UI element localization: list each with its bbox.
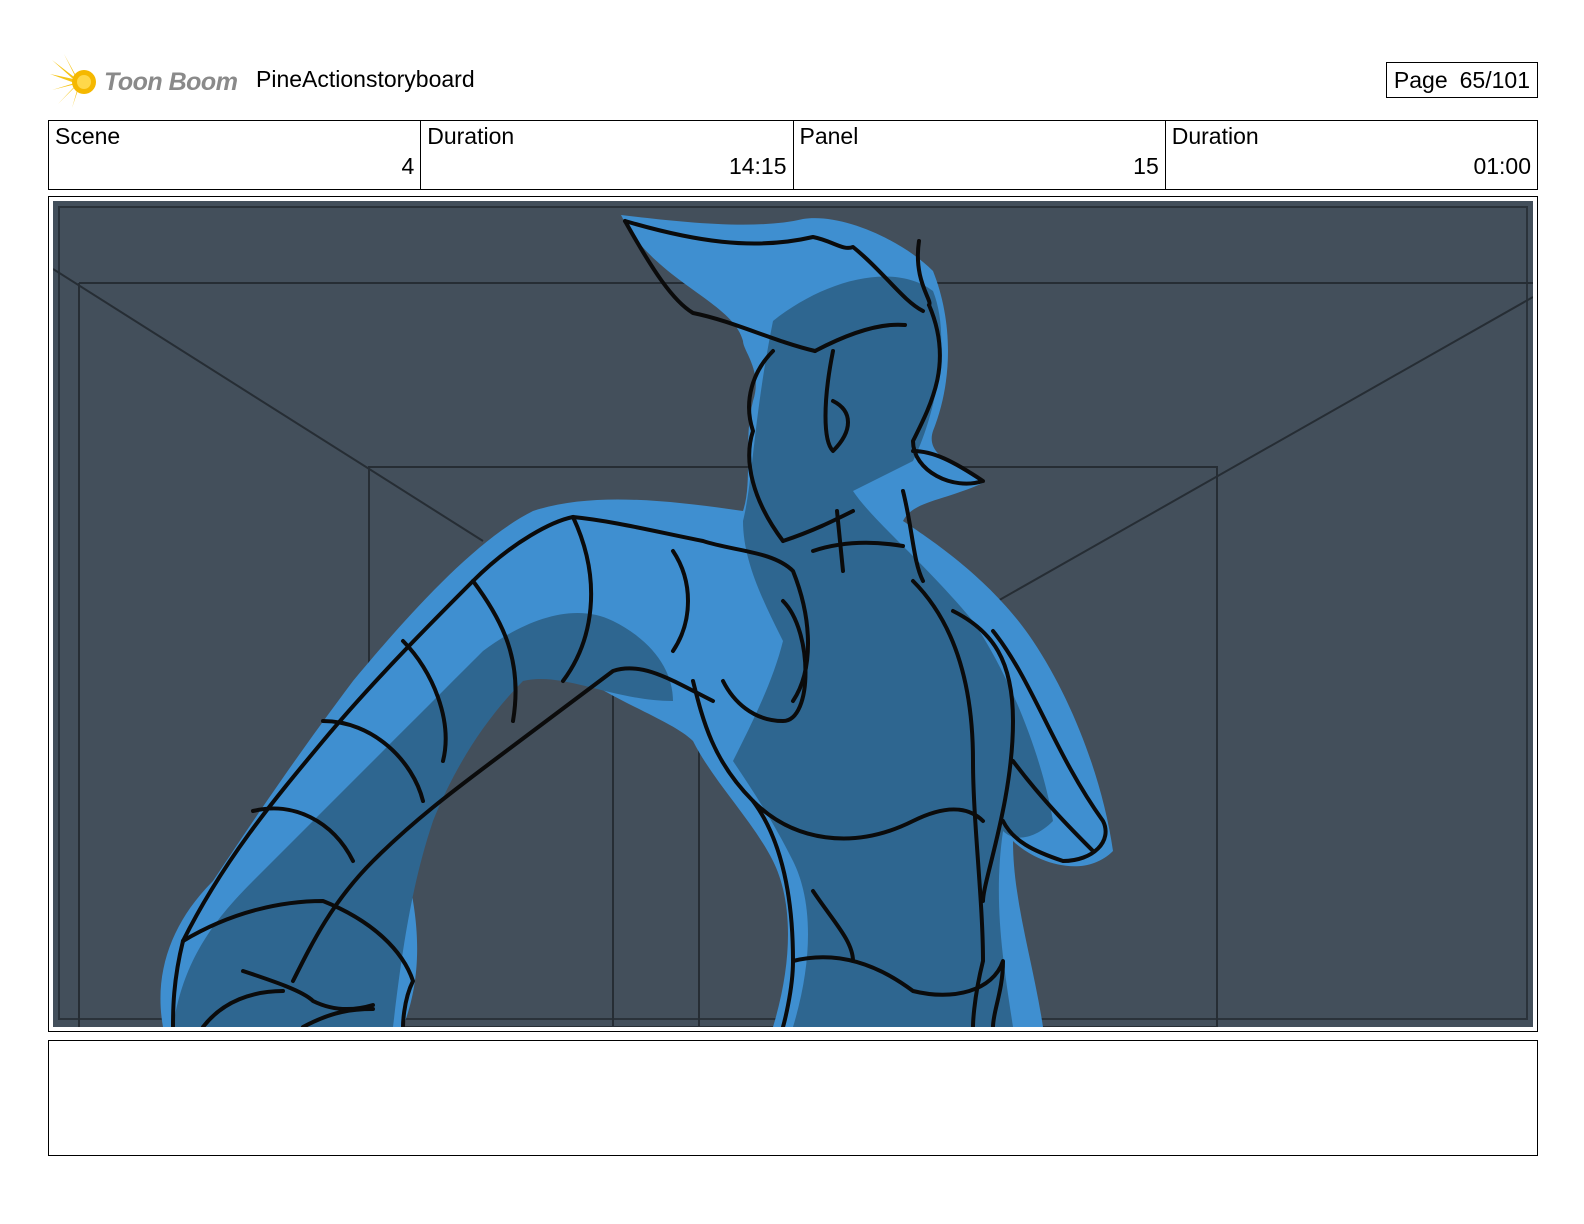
scene-duration-cell: Duration 14:15 <box>421 121 794 189</box>
storyboard-panel-frame <box>48 196 1538 1032</box>
panel-cell: Panel 15 <box>794 121 1166 189</box>
storyboard-panel-image <box>53 201 1533 1027</box>
scene-duration-label: Duration <box>427 123 515 149</box>
panel-duration-value: 01:00 <box>1473 153 1531 179</box>
panel-duration-cell: Duration 01:00 <box>1166 121 1537 189</box>
toon-boom-logo: Toon Boom <box>50 54 240 110</box>
starburst-icon <box>50 54 96 108</box>
scene-duration-value: 14:15 <box>728 153 787 179</box>
scene-value: 4 <box>401 153 415 179</box>
page-header: Toon Boom PineActionstoryboard Page 65/10… <box>48 52 1538 112</box>
scene-label: Scene <box>55 123 121 149</box>
caption-box <box>48 1040 1538 1156</box>
logo-text: Toon Boom <box>104 68 238 96</box>
panel-label: Panel <box>799 123 859 149</box>
scene-cell: Scene 4 <box>49 121 422 189</box>
page-label: Page <box>1393 67 1448 93</box>
document-title: PineActionstoryboard <box>256 66 475 92</box>
page-indicator: Page 65/101 <box>1385 62 1538 98</box>
page-number: 65/101 <box>1459 67 1530 93</box>
scene-info-table: Scene 4 Duration 14:15 Panel 15 Duration… <box>48 120 1538 190</box>
panel-value: 15 <box>1133 153 1159 179</box>
panel-duration-label: Duration <box>1171 123 1259 149</box>
